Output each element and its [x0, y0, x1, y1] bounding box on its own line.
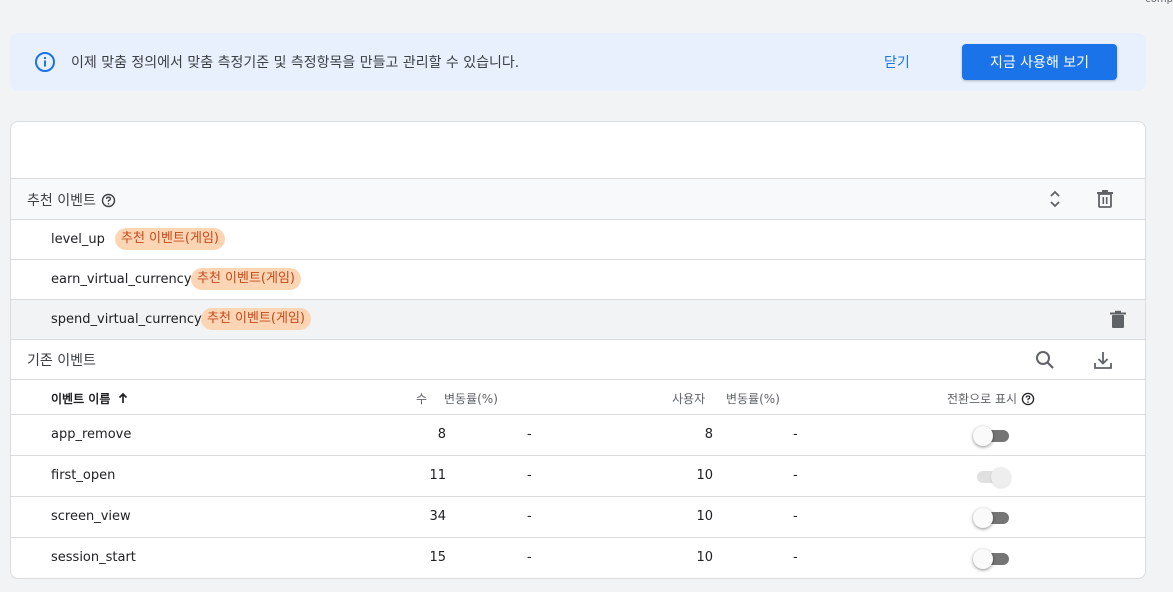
users-value: 8 [704, 427, 713, 442]
conversion-toggle[interactable] [973, 425, 1011, 446]
download-icon[interactable] [1091, 348, 1115, 372]
arrow-up-icon [117, 392, 129, 407]
column-header-count-change[interactable]: 변동률(%) [444, 390, 498, 407]
count-change-value: - [527, 550, 532, 565]
conversion-toggle [973, 466, 1011, 487]
users-value: 10 [696, 509, 713, 524]
table-header: 이벤트 이름 수 변동률(%) 사용자 변동률(%) 전환으로 표시 [11, 379, 1145, 414]
event-name: session_start [51, 550, 136, 565]
corner-text: comp [1145, 0, 1173, 5]
delete-icon[interactable] [1093, 187, 1117, 211]
info-icon [34, 51, 56, 73]
users-value: 10 [696, 550, 713, 565]
list-item[interactable]: spend_virtual_currency 추천 이벤트(게임) [11, 299, 1145, 339]
events-card: 추천 이벤트 level_up 추천 이벤트(게임) earn_virtual_… [10, 121, 1146, 579]
event-name: earn_virtual_currency [51, 272, 192, 287]
list-item[interactable]: level_up 추천 이벤트(게임) [11, 219, 1145, 259]
users-value: 10 [696, 468, 713, 483]
count-change-value: - [527, 509, 532, 524]
recommended-chip: 추천 이벤트(게임) [191, 268, 301, 290]
count-change-value: - [527, 468, 532, 483]
help-icon[interactable] [101, 193, 116, 208]
close-banner-link[interactable]: 닫기 [884, 52, 910, 72]
table-row: session_start 15 - 10 - [11, 537, 1145, 578]
count-value: 15 [429, 550, 446, 565]
recommended-chip: 추천 이벤트(게임) [115, 228, 225, 250]
event-name: app_remove [51, 427, 132, 442]
help-icon[interactable] [1021, 392, 1035, 406]
column-header-users-change[interactable]: 변동률(%) [726, 390, 780, 407]
table-row: app_remove 8 - 8 - [11, 414, 1145, 455]
users-change-value: - [793, 550, 798, 565]
delete-row-icon[interactable] [1106, 308, 1130, 332]
event-name: screen_view [51, 509, 131, 524]
conversion-toggle[interactable] [973, 507, 1011, 528]
banner-message: 이제 맞춤 정의에서 맞춤 측정기준 및 측정항목을 만들고 관리할 수 있습니… [71, 55, 520, 71]
conversion-toggle[interactable] [973, 548, 1011, 569]
expand-collapse-icon[interactable] [1043, 187, 1067, 211]
table-row: screen_view 34 - 10 - [11, 496, 1145, 537]
column-header-count[interactable]: 수 [416, 390, 427, 407]
count-value: 11 [429, 468, 446, 483]
event-name: spend_virtual_currency [51, 312, 202, 327]
info-banner: 이제 맞춤 정의에서 맞춤 측정기준 및 측정항목을 만들고 관리할 수 있습니… [10, 33, 1146, 91]
event-name: first_open [51, 468, 116, 483]
recommended-chip: 추천 이벤트(게임) [201, 308, 311, 330]
existing-events-header: 기존 이벤트 [11, 339, 1145, 379]
count-value: 8 [437, 427, 446, 442]
try-now-button[interactable]: 지금 사용해 보기 [962, 44, 1117, 80]
column-header-event-name[interactable]: 이벤트 이름 [51, 390, 129, 407]
recommended-events-title: 추천 이벤트 [27, 193, 96, 209]
list-item[interactable]: earn_virtual_currency 추천 이벤트(게임) [11, 259, 1145, 299]
search-icon[interactable] [1033, 348, 1057, 372]
recommended-events-header: 추천 이벤트 [11, 178, 1145, 219]
existing-events-title: 기존 이벤트 [27, 353, 96, 369]
column-header-conversion[interactable]: 전환으로 표시 [947, 390, 1035, 407]
users-change-value: - [793, 468, 798, 483]
users-change-value: - [793, 427, 798, 442]
event-name: level_up [51, 232, 105, 247]
count-change-value: - [527, 427, 532, 442]
column-header-users[interactable]: 사용자 [672, 390, 705, 407]
count-value: 34 [429, 509, 446, 524]
users-change-value: - [793, 509, 798, 524]
table-row: first_open 11 - 10 - [11, 455, 1145, 496]
